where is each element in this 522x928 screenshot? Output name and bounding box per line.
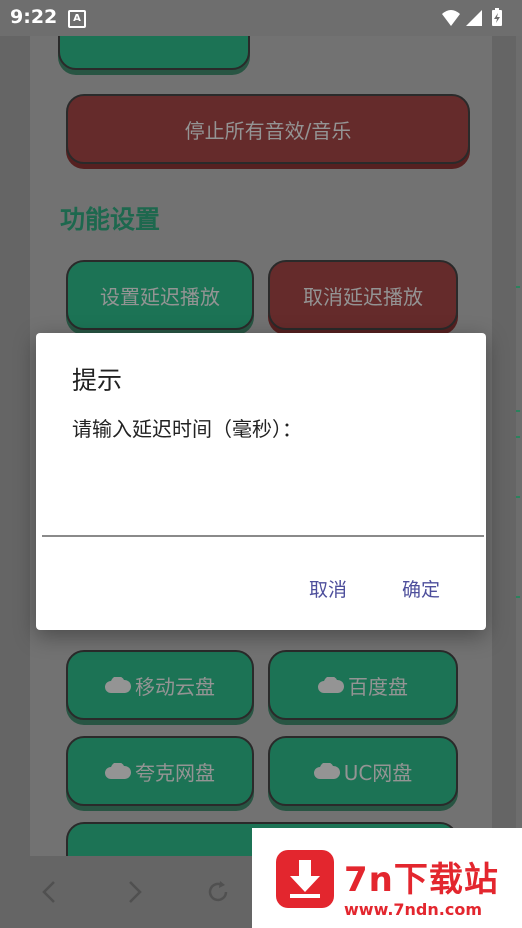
wifi-icon xyxy=(442,10,460,26)
download-logo xyxy=(276,850,334,908)
watermark-brand: 7n下载站 xyxy=(344,860,499,900)
dialog-message: 请输入延迟时间（毫秒）： xyxy=(72,417,302,441)
delay-input-dialog: 提示 请输入延迟时间（毫秒）： 取消 确定 xyxy=(36,333,486,630)
site-watermark: 7n下载站 www.7ndn.com xyxy=(252,828,522,928)
notification-a-icon: A xyxy=(68,10,86,28)
watermark-site: www.7ndn.com xyxy=(344,900,482,919)
dialog-confirm-button[interactable]: 确定 xyxy=(402,575,440,602)
system-status-icons xyxy=(442,8,502,26)
status-bar: 9:22 A xyxy=(0,0,522,36)
status-time: 9:22 xyxy=(10,6,58,28)
delay-ms-input[interactable] xyxy=(42,493,484,537)
signal-icon xyxy=(466,10,482,26)
dialog-title: 提示 xyxy=(72,366,123,395)
dialog-cancel-button[interactable]: 取消 xyxy=(309,575,347,602)
download-arrow-icon xyxy=(290,860,320,898)
